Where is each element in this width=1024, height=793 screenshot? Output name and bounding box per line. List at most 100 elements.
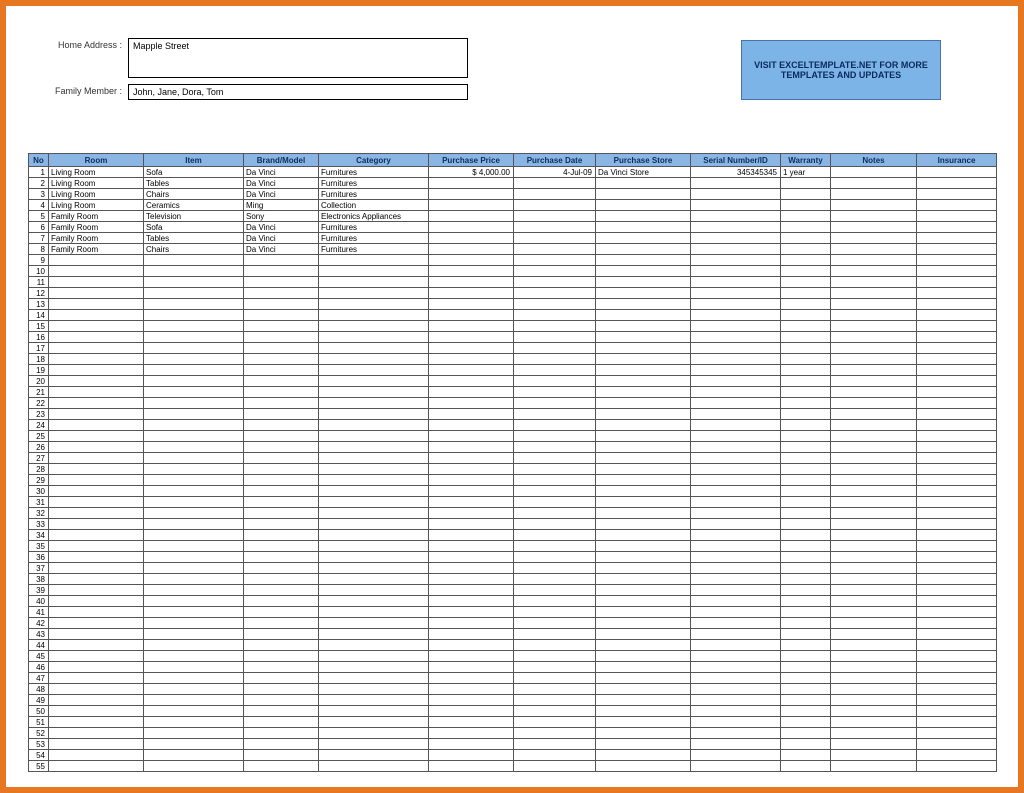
cell-category[interactable]	[319, 420, 429, 431]
cell-item[interactable]	[144, 750, 244, 761]
cell-date[interactable]	[514, 398, 596, 409]
cell-item[interactable]	[144, 552, 244, 563]
cell-date[interactable]	[514, 299, 596, 310]
cell-price[interactable]	[429, 409, 514, 420]
cell-notes[interactable]	[831, 376, 917, 387]
cell-store[interactable]	[596, 541, 691, 552]
cell-no[interactable]: 24	[29, 420, 49, 431]
cell-notes[interactable]	[831, 255, 917, 266]
cell-item[interactable]: Sofa	[144, 222, 244, 233]
cell-date[interactable]: 4-Jul-09	[514, 167, 596, 178]
cell-date[interactable]	[514, 530, 596, 541]
cell-store[interactable]	[596, 607, 691, 618]
cell-price[interactable]	[429, 607, 514, 618]
cell-warranty[interactable]	[781, 255, 831, 266]
cell-no[interactable]: 41	[29, 607, 49, 618]
cell-no[interactable]: 52	[29, 728, 49, 739]
cell-category[interactable]	[319, 552, 429, 563]
cell-notes[interactable]	[831, 552, 917, 563]
cell-brand[interactable]	[244, 563, 319, 574]
cell-insurance[interactable]	[917, 618, 997, 629]
cell-insurance[interactable]	[917, 574, 997, 585]
table-row[interactable]: 47	[29, 673, 997, 684]
cell-item[interactable]	[144, 673, 244, 684]
cell-brand[interactable]	[244, 662, 319, 673]
cell-category[interactable]	[319, 288, 429, 299]
table-row[interactable]: 4Living RoomCeramicsMingCollection	[29, 200, 997, 211]
cell-no[interactable]: 7	[29, 233, 49, 244]
cell-category[interactable]	[319, 497, 429, 508]
cell-notes[interactable]	[831, 750, 917, 761]
cell-no[interactable]: 35	[29, 541, 49, 552]
cell-serial[interactable]	[691, 739, 781, 750]
cell-brand[interactable]	[244, 706, 319, 717]
table-row[interactable]: 31	[29, 497, 997, 508]
cell-serial[interactable]	[691, 189, 781, 200]
cell-brand[interactable]	[244, 596, 319, 607]
cell-store[interactable]	[596, 398, 691, 409]
cell-store[interactable]	[596, 618, 691, 629]
cell-brand[interactable]: Da Vinci	[244, 189, 319, 200]
table-row[interactable]: 40	[29, 596, 997, 607]
cell-notes[interactable]	[831, 420, 917, 431]
cell-insurance[interactable]	[917, 431, 997, 442]
cell-no[interactable]: 10	[29, 266, 49, 277]
cell-serial[interactable]	[691, 299, 781, 310]
cell-room[interactable]	[49, 299, 144, 310]
table-row[interactable]: 21	[29, 387, 997, 398]
cell-store[interactable]	[596, 453, 691, 464]
cell-price[interactable]	[429, 519, 514, 530]
cell-price[interactable]	[429, 486, 514, 497]
cell-no[interactable]: 3	[29, 189, 49, 200]
cell-room[interactable]	[49, 684, 144, 695]
table-row[interactable]: 12	[29, 288, 997, 299]
table-row[interactable]: 44	[29, 640, 997, 651]
cell-warranty[interactable]	[781, 563, 831, 574]
cell-insurance[interactable]	[917, 717, 997, 728]
cell-item[interactable]	[144, 442, 244, 453]
cell-warranty[interactable]	[781, 398, 831, 409]
cell-store[interactable]	[596, 519, 691, 530]
cell-price[interactable]	[429, 585, 514, 596]
cell-room[interactable]	[49, 365, 144, 376]
cell-room[interactable]	[49, 629, 144, 640]
cell-price[interactable]	[429, 310, 514, 321]
cell-warranty[interactable]	[781, 761, 831, 772]
col-price[interactable]: Purchase Price	[429, 154, 514, 167]
cell-price[interactable]	[429, 530, 514, 541]
cell-price[interactable]	[429, 596, 514, 607]
cell-room[interactable]	[49, 640, 144, 651]
cell-insurance[interactable]	[917, 497, 997, 508]
table-row[interactable]: 9	[29, 255, 997, 266]
cell-category[interactable]: Collection	[319, 200, 429, 211]
cell-warranty[interactable]	[781, 299, 831, 310]
cell-notes[interactable]	[831, 497, 917, 508]
cell-item[interactable]: Ceramics	[144, 200, 244, 211]
cell-insurance[interactable]	[917, 695, 997, 706]
cell-insurance[interactable]	[917, 398, 997, 409]
cell-no[interactable]: 20	[29, 376, 49, 387]
cell-item[interactable]	[144, 508, 244, 519]
cell-category[interactable]	[319, 376, 429, 387]
cell-store[interactable]	[596, 266, 691, 277]
cell-date[interactable]	[514, 651, 596, 662]
cell-item[interactable]	[144, 288, 244, 299]
table-row[interactable]: 20	[29, 376, 997, 387]
cell-store[interactable]	[596, 640, 691, 651]
cell-warranty[interactable]	[781, 618, 831, 629]
cell-room[interactable]: Living Room	[49, 200, 144, 211]
cell-warranty[interactable]	[781, 376, 831, 387]
cell-no[interactable]: 4	[29, 200, 49, 211]
cell-price[interactable]	[429, 739, 514, 750]
cell-store[interactable]	[596, 508, 691, 519]
cell-category[interactable]	[319, 541, 429, 552]
cell-warranty[interactable]	[781, 695, 831, 706]
cell-insurance[interactable]	[917, 343, 997, 354]
cell-serial[interactable]	[691, 684, 781, 695]
cell-insurance[interactable]	[917, 486, 997, 497]
cell-serial[interactable]	[691, 233, 781, 244]
cell-category[interactable]	[319, 519, 429, 530]
table-row[interactable]: 32	[29, 508, 997, 519]
cell-notes[interactable]	[831, 409, 917, 420]
cell-notes[interactable]	[831, 464, 917, 475]
